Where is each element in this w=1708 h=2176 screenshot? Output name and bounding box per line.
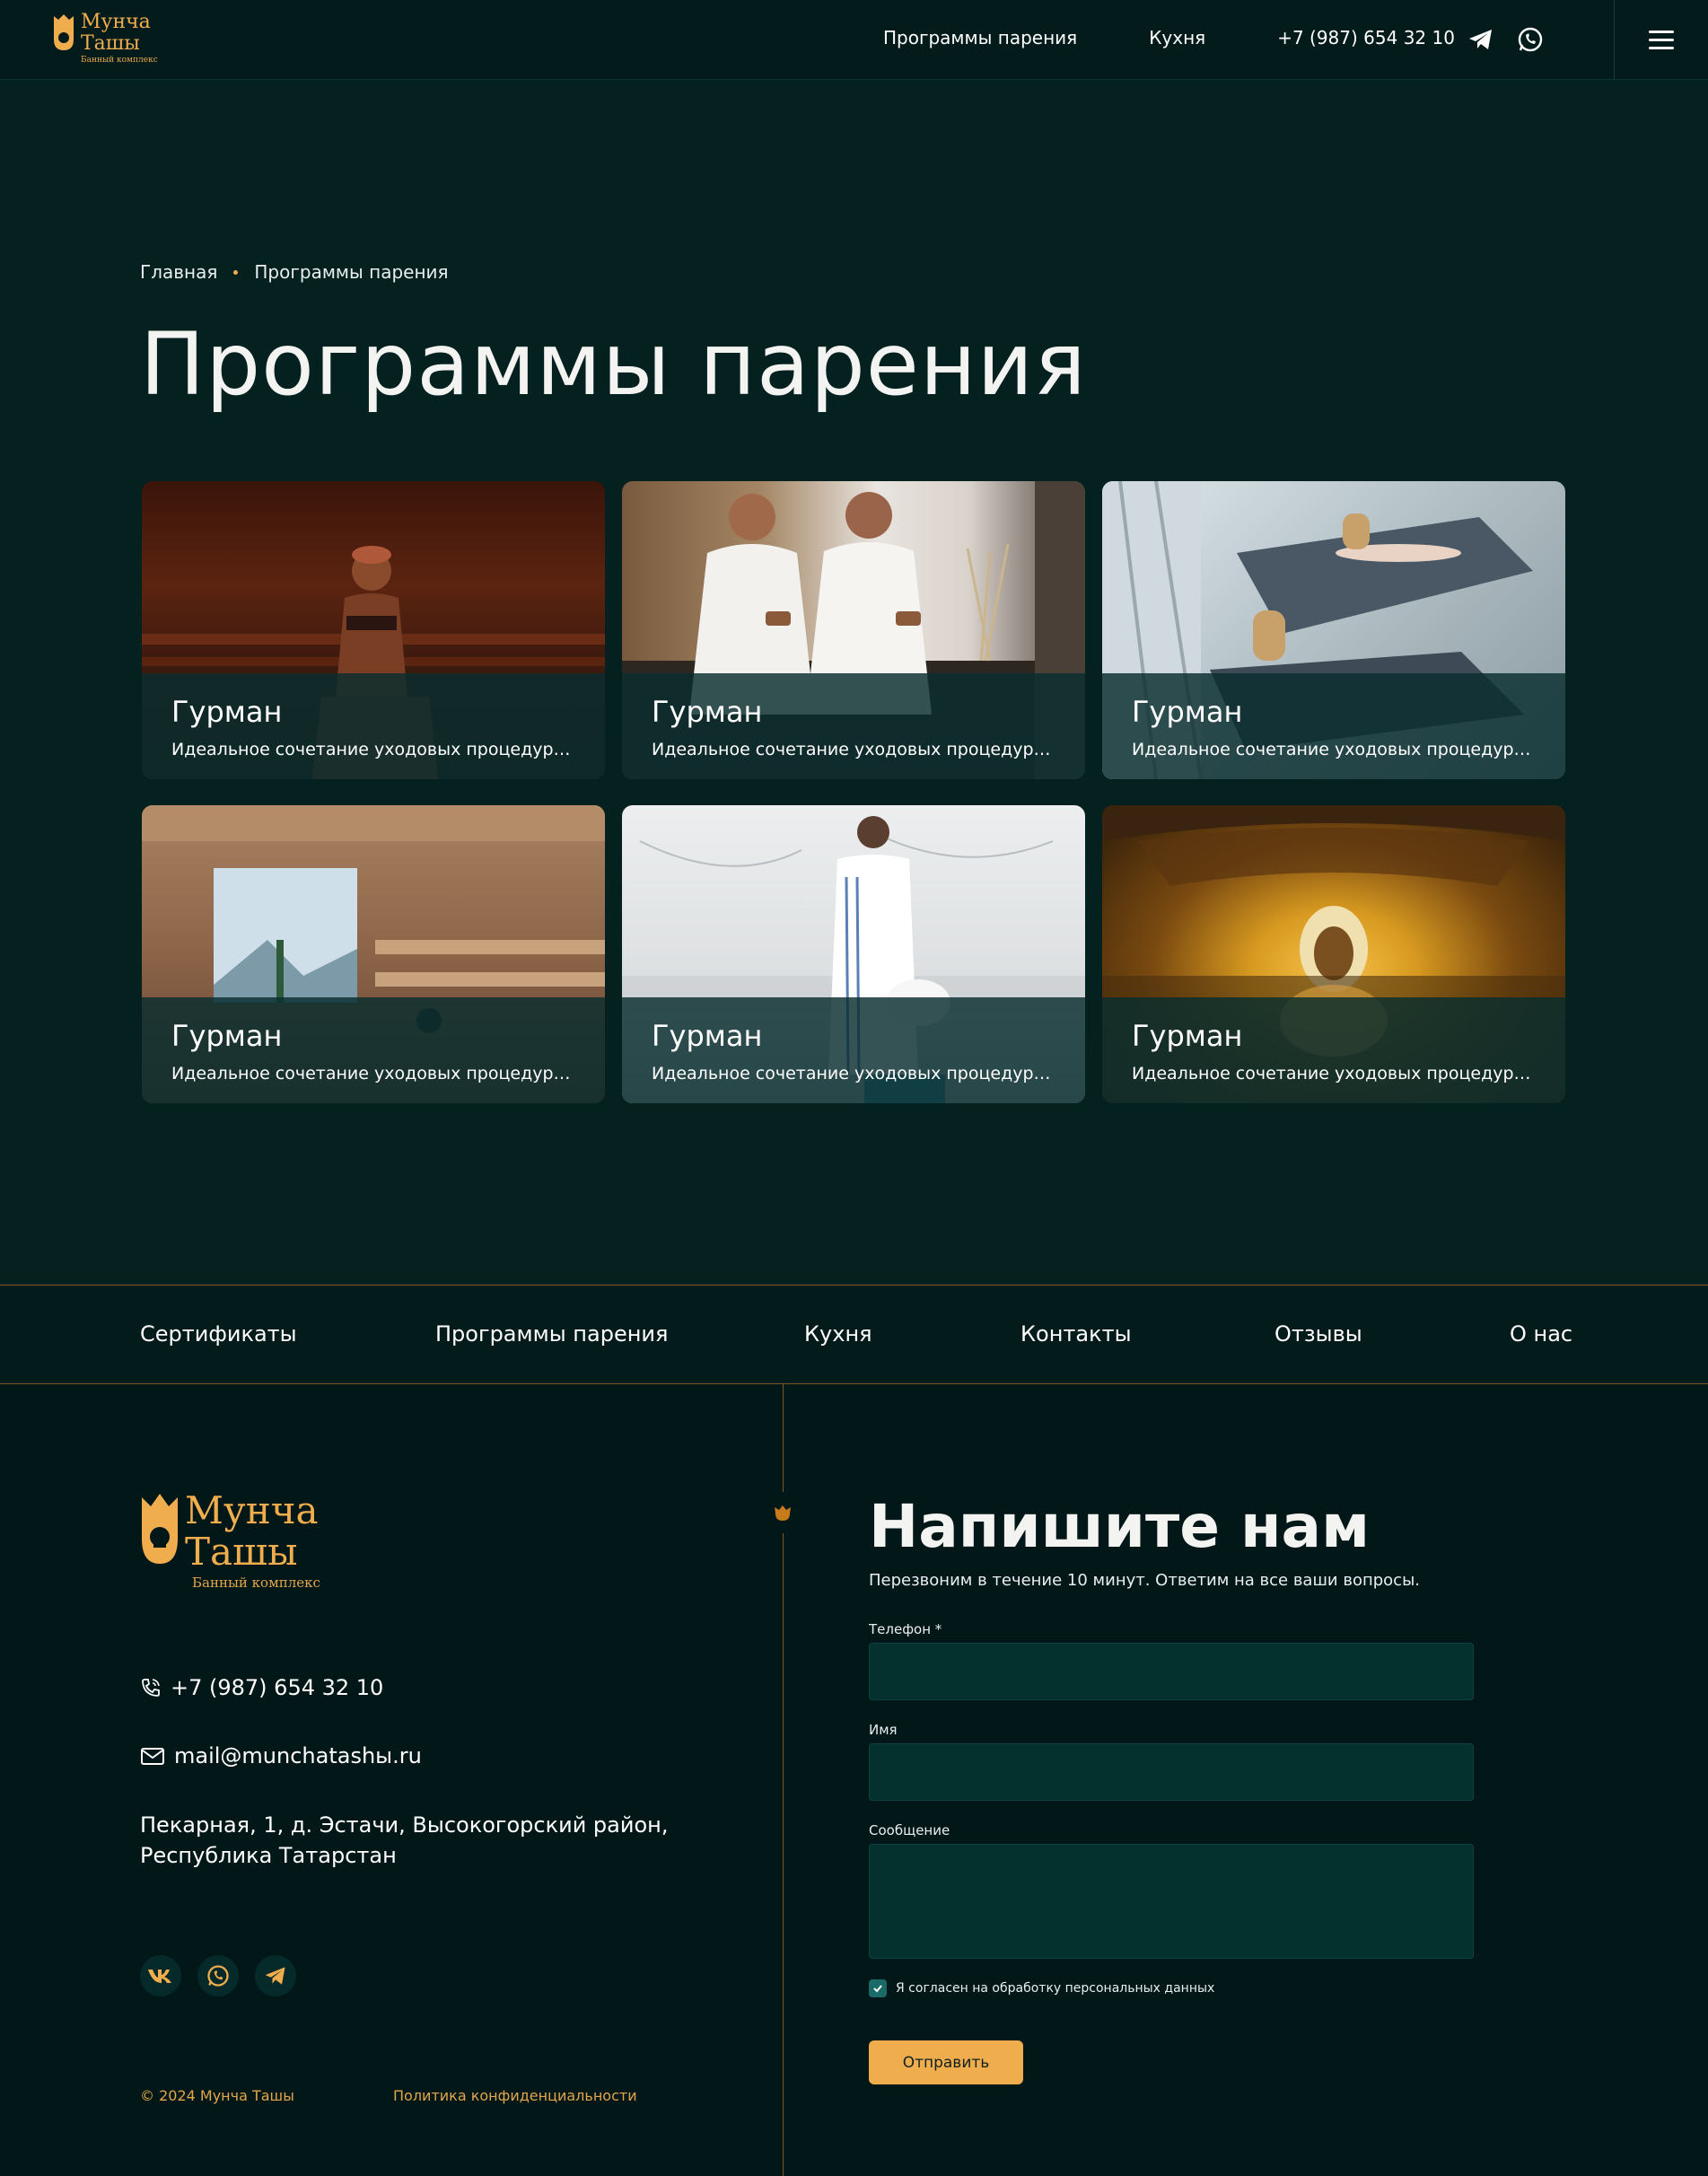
program-card[interactable]: Гурман Идеальное сочетание уходовых проц… <box>1102 805 1565 1103</box>
card-title: Гурман <box>171 695 283 729</box>
name-field[interactable] <box>869 1743 1474 1801</box>
logo[interactable]: Мунча Ташы Банный комплекс <box>52 13 160 66</box>
copyright: © 2024 Мунча Ташы <box>140 2087 294 2104</box>
message-field[interactable] <box>869 1844 1474 1959</box>
logo-line1: Мунча <box>81 11 151 33</box>
submit-button[interactable]: Отправить <box>869 2040 1023 2084</box>
footer-address: Пекарная, 1, д. Эстачи, Высокогорский ра… <box>140 1810 679 1871</box>
footer-nav-certificates[interactable]: Сертификаты <box>140 1321 297 1347</box>
footer-nav: Сертификаты Программы парения Кухня Конт… <box>0 1285 1708 1384</box>
card-description: Идеальное сочетание уходовых процедур, п… <box>171 740 575 759</box>
mail-icon <box>141 1748 164 1765</box>
breadcrumb: Главная Программы парения <box>140 261 449 283</box>
program-card[interactable]: Гурман Идеальное сочетание уходовых проц… <box>142 481 605 779</box>
program-card[interactable]: Гурман Идеальное сочетание уходовых проц… <box>622 481 1085 779</box>
form-title: Напишите нам <box>869 1492 1371 1561</box>
footer-nav-reviews[interactable]: Отзывы <box>1274 1321 1362 1347</box>
card-description: Идеальное сочетание уходовых процедур, п… <box>652 740 1055 759</box>
card-title: Гурман <box>171 1019 283 1053</box>
phone-icon <box>142 1679 160 1697</box>
nav-kitchen[interactable]: Кухня <box>1149 27 1205 48</box>
phone-text: +7 (987) 654 32 10 <box>171 1675 384 1700</box>
card-description: Идеальное сочетание уходовых процедур, п… <box>1132 740 1536 759</box>
footer-phone[interactable]: +7 (987) 654 32 10 <box>140 1675 383 1700</box>
card-description: Идеальное сочетание уходовых процедур, п… <box>1132 1064 1536 1084</box>
breadcrumb-home[interactable]: Главная <box>140 261 217 283</box>
name-label: Имя <box>869 1722 898 1738</box>
privacy-policy-link[interactable]: Политика конфиденциальности <box>393 2087 637 2104</box>
logo-mark-icon <box>142 1494 178 1564</box>
logo-tagline: Банный комплекс <box>81 56 158 65</box>
program-cards-grid: Гурман Идеальное сочетание уходовых проц… <box>142 481 1565 1103</box>
card-title: Гурман <box>1132 1019 1243 1053</box>
whatsapp-icon[interactable] <box>1516 25 1545 54</box>
program-card[interactable]: Гурман Идеальное сочетание уходовых проц… <box>1102 481 1565 779</box>
footer-nav-about[interactable]: О нас <box>1510 1321 1572 1347</box>
logo-mark-icon <box>54 14 74 50</box>
logo-tagline: Банный комплекс <box>192 1575 320 1591</box>
menu-icon <box>1649 25 1674 55</box>
message-label: Сообщение <box>869 1822 950 1838</box>
program-card[interactable]: Гурман Идеальное сочетание уходовых проц… <box>142 805 605 1103</box>
checkbox-checked-icon[interactable] <box>869 1979 887 1997</box>
logo-line2: Ташы <box>185 1530 298 1574</box>
address-line-1: Пекарная, 1, д. Эстачи, Высокогорский ра… <box>140 1812 669 1838</box>
telegram-icon[interactable] <box>255 1955 296 1996</box>
telegram-icon[interactable] <box>1467 25 1495 54</box>
footer-socials <box>140 1955 312 1996</box>
whatsapp-icon[interactable] <box>197 1955 239 1996</box>
header-nav: Программы парения Кухня +7 (987) 654 32 … <box>883 27 1455 48</box>
consent-label: Я согласен на обработку персональных дан… <box>896 1981 1215 1996</box>
footer: Мунча Ташы Банный комплекс +7 (987) 654 … <box>0 1384 1708 2176</box>
footer-logo[interactable]: Мунча Ташы Банный комплекс <box>140 1492 320 1590</box>
phone-field[interactable] <box>869 1643 1474 1700</box>
logo-line2: Ташы <box>81 32 140 55</box>
nav-steam-programs[interactable]: Программы парения <box>883 27 1077 48</box>
card-description: Идеальное сочетание уходовых процедур, п… <box>171 1064 575 1084</box>
breadcrumb-separator <box>233 269 239 275</box>
site-header: Мунча Ташы Банный комплекс Программы пар… <box>0 0 1708 80</box>
address-line-2: Республика Татарстан <box>140 1843 397 1868</box>
footer-nav-kitchen[interactable]: Кухня <box>804 1321 872 1347</box>
footer-nav-contacts[interactable]: Контакты <box>1020 1321 1132 1347</box>
logo-line1: Мунча <box>185 1488 319 1532</box>
logo-mark-icon <box>775 1505 791 1521</box>
card-title: Гурман <box>1132 695 1243 729</box>
menu-button[interactable] <box>1614 0 1708 80</box>
card-description: Идеальное сочетание уходовых процедур, п… <box>652 1064 1055 1084</box>
divider-badge <box>762 1492 803 1533</box>
email-text: mail@munchatashы.ru <box>174 1743 422 1768</box>
nav-phone[interactable]: +7 (987) 654 32 10 <box>1277 27 1455 48</box>
footer-email[interactable]: mail@munchatashы.ru <box>140 1743 422 1768</box>
page-title: Программы парения <box>140 314 1087 415</box>
consent-checkbox[interactable]: Я согласен на обработку персональных дан… <box>869 1979 1214 1997</box>
card-title: Гурман <box>652 1019 763 1053</box>
card-title: Гурман <box>652 695 763 729</box>
breadcrumb-current: Программы парения <box>254 261 449 283</box>
footer-nav-steam-programs[interactable]: Программы парения <box>435 1321 668 1347</box>
program-card[interactable]: Гурман Идеальное сочетание уходовых проц… <box>622 805 1085 1103</box>
vk-icon[interactable] <box>140 1955 181 1996</box>
form-subtitle: Перезвоним в течение 10 минут. Ответим н… <box>869 1571 1421 1590</box>
phone-label: Телефон * <box>869 1621 942 1637</box>
